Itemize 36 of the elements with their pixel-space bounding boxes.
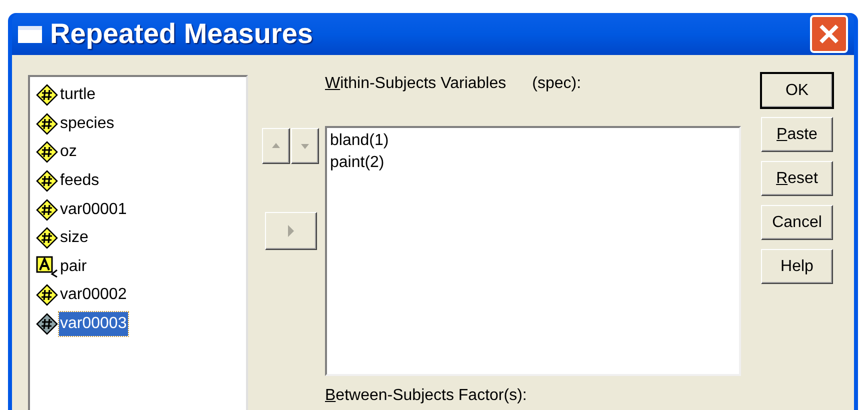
variable-item[interactable]: turtle: [59, 83, 97, 108]
numeric-variable-icon: [36, 313, 58, 336]
within-subjects-list[interactable]: bland(1) paint(2): [325, 126, 741, 376]
within-subjects-item[interactable]: bland(1): [330, 130, 736, 152]
string-variable-icon: [36, 256, 58, 278]
dialog-button[interactable]: Paste: [761, 117, 833, 152]
dialog-button[interactable]: Help: [761, 249, 833, 284]
numeric-variable-icon: [36, 170, 58, 192]
variable-item[interactable]: feeds: [59, 169, 100, 194]
close-icon: [818, 23, 840, 45]
dialog-button[interactable]: OK: [761, 73, 833, 108]
numeric-variable-icon: [36, 227, 58, 250]
down-arrow-icon: [299, 141, 311, 151]
close-button[interactable]: [810, 15, 848, 53]
variable-item[interactable]: var00001: [59, 198, 128, 222]
numeric-variable-icon: [36, 198, 58, 221]
window-icon: [18, 26, 42, 42]
window-title: Repeated Measures: [50, 17, 314, 51]
numeric-variable-icon: [36, 284, 58, 306]
numeric-variable-icon: [36, 141, 58, 164]
within-subjects-item[interactable]: paint(2): [330, 152, 736, 174]
within-subjects-label: Within-Subjects Variables: [325, 74, 506, 94]
numeric-variable-icon: [36, 112, 58, 135]
variable-list[interactable]: turtle species oz feeds var00001 size pair var00002 var00003: [28, 75, 248, 410]
variable-item[interactable]: size: [59, 226, 90, 250]
up-arrow-icon: [270, 141, 282, 151]
variable-item[interactable]: var00002: [59, 283, 128, 308]
dialog-button[interactable]: Cancel: [761, 205, 833, 240]
variable-item[interactable]: species: [59, 112, 116, 136]
variable-item[interactable]: oz: [59, 140, 78, 164]
dialog-button[interactable]: Reset: [761, 161, 833, 196]
variable-item[interactable]: var00003: [59, 312, 128, 336]
variable-item[interactable]: pair: [59, 254, 88, 279]
numeric-variable-icon: [36, 84, 58, 106]
spec-label: (spec):: [532, 74, 582, 94]
between-subjects-label: Between-Subjects Factor(s):: [325, 386, 528, 406]
